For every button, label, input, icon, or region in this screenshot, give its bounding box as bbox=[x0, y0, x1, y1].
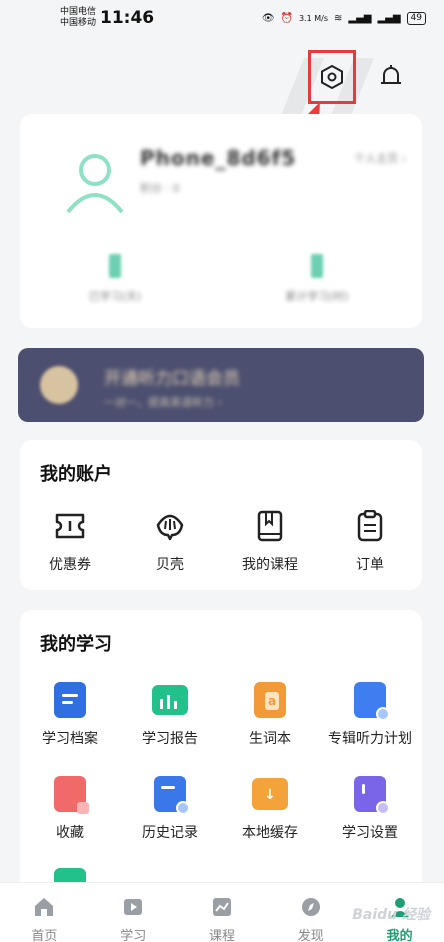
course-icon bbox=[257, 510, 283, 542]
coupon-icon bbox=[55, 513, 85, 539]
study-item-label: 生词本 bbox=[249, 731, 291, 747]
status-icons: 👁 ⏰ 3.1 M/s ≋ ▂▄▆ ▂▄▆ 49 bbox=[261, 11, 426, 25]
study-item-listening-plan[interactable]: 专辑听力计划 bbox=[320, 682, 420, 748]
nav-item-courses[interactable]: 课程 bbox=[178, 883, 267, 942]
account-item-coupon[interactable]: 优惠券 bbox=[20, 508, 120, 574]
local-cache-icon: ↓ bbox=[252, 778, 288, 810]
nav-label: 我的 bbox=[386, 929, 413, 942]
profile-link[interactable]: 个人主页 › bbox=[354, 150, 406, 166]
avatar-icon[interactable] bbox=[60, 148, 130, 218]
stat-value-bar bbox=[109, 254, 121, 278]
study-settings-icon bbox=[354, 776, 390, 815]
carrier-1: 中国电信 bbox=[60, 7, 97, 17]
nav-label: 发现 bbox=[297, 929, 324, 942]
network-speed: 3.1 M/s bbox=[298, 13, 328, 23]
profile-card[interactable]: Phone_8d6f5 积分 · 0 个人主页 › 已学习(天) 累计学习(时) bbox=[20, 114, 422, 328]
settings-button[interactable] bbox=[308, 50, 356, 104]
settings-hex-icon bbox=[321, 64, 343, 90]
vip-title: 开通听力口语会员 bbox=[104, 369, 240, 389]
home-icon bbox=[35, 898, 54, 916]
nav-label: 学习 bbox=[120, 929, 147, 942]
study-icon bbox=[124, 899, 143, 915]
wifi-icon: ≋ bbox=[334, 12, 343, 24]
course-tab-icon bbox=[212, 898, 231, 916]
shell-icon bbox=[156, 514, 184, 541]
signal-icon-2: ▂▄▆ bbox=[377, 12, 401, 24]
nav-label: 课程 bbox=[208, 929, 235, 942]
header-actions bbox=[308, 50, 406, 104]
notification-button[interactable] bbox=[376, 62, 406, 92]
listening-plan-icon bbox=[354, 682, 390, 721]
study-item-favorites[interactable]: 收藏 bbox=[20, 776, 120, 842]
user-subtitle: 积分 · 0 bbox=[140, 182, 180, 195]
study-item-settings[interactable]: 学习设置 bbox=[320, 776, 420, 842]
nav-label: 首页 bbox=[31, 929, 58, 942]
order-icon bbox=[357, 510, 383, 542]
account-card: 我的账户 优惠券 贝壳 我的课程 订单 bbox=[20, 440, 422, 590]
account-item-label: 我的课程 bbox=[242, 557, 298, 573]
account-item-label: 优惠券 bbox=[49, 557, 91, 573]
favorites-icon bbox=[54, 776, 89, 814]
nav-item-study[interactable]: 学习 bbox=[89, 883, 178, 942]
study-item-label: 学习报告 bbox=[142, 731, 198, 747]
study-item-local-cache[interactable]: ↓ 本地缓存 bbox=[220, 776, 320, 842]
vip-subtitle: 一对一，提高英语听力 › bbox=[104, 396, 222, 409]
account-item-orders[interactable]: 订单 bbox=[320, 508, 420, 574]
vip-banner[interactable]: 开通听力口语会员 一对一，提高英语听力 › bbox=[18, 348, 424, 422]
study-item-label: 学习设置 bbox=[342, 825, 398, 841]
study-item-vocab[interactable]: a 生词本 bbox=[220, 682, 320, 748]
stat-study-days[interactable]: 已学习(天) bbox=[60, 254, 170, 304]
alarm-icon: ⏰ bbox=[280, 12, 293, 24]
signal-icon: ▂▄▆ bbox=[348, 12, 372, 24]
eye-icon: 👁 bbox=[261, 12, 275, 24]
study-item-label: 学习档案 bbox=[42, 731, 98, 747]
account-item-shell[interactable]: 贝壳 bbox=[120, 508, 220, 574]
vip-badge-icon bbox=[40, 366, 78, 404]
watermark: Baidu 经验 bbox=[352, 907, 430, 923]
nav-item-home[interactable]: 首页 bbox=[0, 883, 89, 942]
section-title-study: 我的学习 bbox=[40, 634, 112, 655]
vocab-book-icon: a bbox=[254, 682, 286, 718]
study-item-label: 收藏 bbox=[56, 825, 84, 841]
account-item-label: 贝壳 bbox=[156, 557, 184, 573]
battery-icon: 49 bbox=[406, 11, 426, 25]
study-item-history[interactable]: 历史记录 bbox=[120, 776, 220, 842]
discover-icon bbox=[301, 898, 320, 916]
study-item-label: 本地缓存 bbox=[242, 825, 298, 841]
username[interactable]: Phone_8d6f5 bbox=[140, 146, 296, 170]
section-title-account: 我的账户 bbox=[40, 464, 112, 485]
study-item-label: 历史记录 bbox=[142, 825, 198, 841]
account-item-my-courses[interactable]: 我的课程 bbox=[220, 508, 320, 574]
study-archive-icon bbox=[54, 682, 86, 718]
stat-study-hours[interactable]: 累计学习(时) bbox=[262, 254, 372, 304]
status-bar: 中国电信 中国移动 11:46 👁 ⏰ 3.1 M/s ≋ ▂▄▆ ▂▄▆ 49 bbox=[0, 0, 444, 36]
study-item-report[interactable]: 学习报告 bbox=[120, 682, 220, 748]
stat-value-bar bbox=[311, 254, 323, 278]
stat-label: 已学习(天) bbox=[88, 290, 142, 303]
stat-label: 累计学习(时) bbox=[285, 290, 349, 303]
study-report-icon bbox=[152, 685, 188, 715]
bell-icon bbox=[381, 65, 401, 84]
account-item-label: 订单 bbox=[356, 557, 384, 573]
nav-item-discover[interactable]: 发现 bbox=[266, 883, 355, 942]
status-time: 11:46 bbox=[100, 8, 155, 28]
history-icon bbox=[154, 776, 190, 815]
study-item-archive[interactable]: 学习档案 bbox=[20, 682, 120, 748]
study-item-label: 专辑听力计划 bbox=[328, 731, 412, 747]
carrier-labels: 中国电信 中国移动 bbox=[60, 7, 96, 29]
study-card: 我的学习 学习档案 学习报告 a 生词本 专辑听力计划 收藏 历史记录 ↓ 本地… bbox=[20, 610, 422, 890]
carrier-2: 中国移动 bbox=[60, 18, 97, 28]
